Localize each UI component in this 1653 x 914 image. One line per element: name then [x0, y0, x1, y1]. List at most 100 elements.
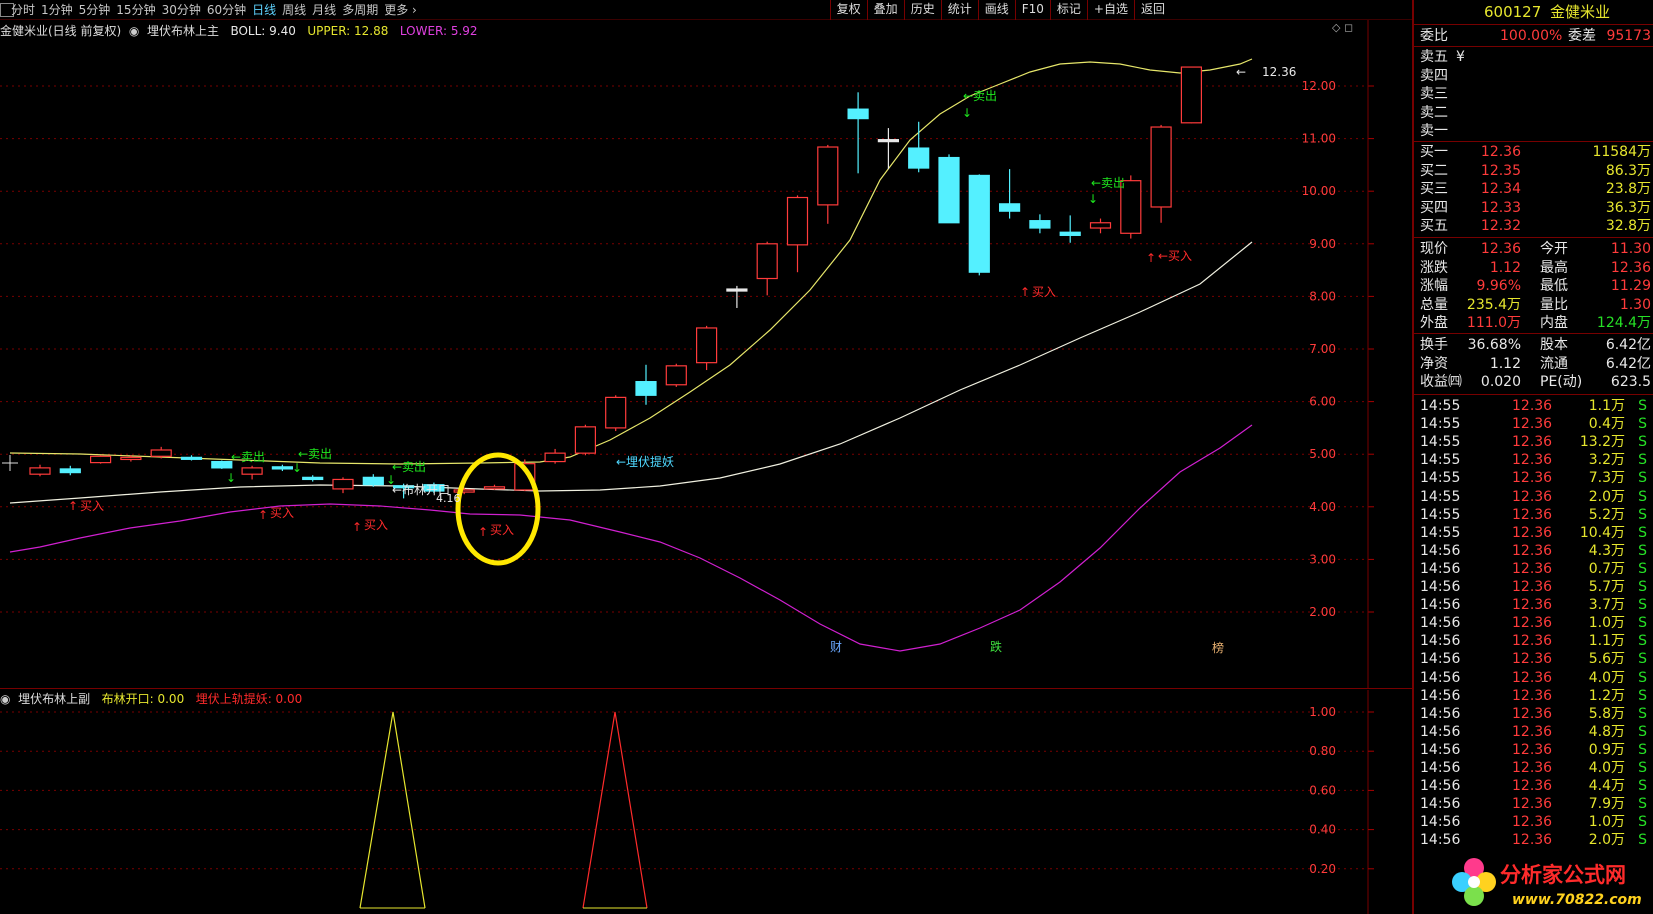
period-tab-daily[interactable]: 日线: [249, 2, 279, 18]
candle[interactable]: [483, 484, 506, 490]
candle-body: [29, 467, 51, 475]
quote-value: 235.4万: [1466, 296, 1521, 313]
ask-row: 卖一: [1420, 122, 1651, 140]
back-button[interactable]: 返回: [1133, 0, 1171, 20]
candle[interactable]: [362, 474, 384, 487]
event-marker-drop[interactable]: 跌: [990, 639, 1002, 654]
tick-time: 14:55: [1420, 416, 1461, 433]
candle[interactable]: [756, 241, 778, 296]
y-tick-label: 5.00: [1309, 447, 1336, 461]
candle[interactable]: [302, 475, 324, 482]
event-marker-rank[interactable]: 榜: [1212, 640, 1224, 655]
candle-body: [1029, 220, 1051, 229]
candle[interactable]: [938, 154, 960, 224]
period-tab-multi[interactable]: 多周期: [339, 2, 381, 18]
tick-time: 14:56: [1420, 760, 1461, 776]
candle[interactable]: [211, 460, 233, 469]
tick-price: 12.36: [1512, 669, 1553, 686]
candle[interactable]: [635, 364, 657, 405]
candle[interactable]: [89, 455, 112, 464]
candle-body: [362, 476, 384, 486]
svg-text:↓: ↓: [226, 471, 236, 485]
candle-body: [695, 327, 718, 364]
buy-signal: ↑ 买入: [478, 523, 514, 539]
candle[interactable]: [877, 128, 900, 170]
candle[interactable]: [59, 465, 81, 476]
period-tab-monthly[interactable]: 月线: [309, 2, 339, 18]
bid-volume: 11584万: [1592, 144, 1651, 160]
period-tab-fenshi[interactable]: 分时: [8, 2, 38, 18]
period-tab-weekly[interactable]: 周线: [279, 2, 309, 18]
candle-body: [786, 196, 809, 246]
ask-label: 卖五: [1420, 49, 1448, 65]
candle[interactable]: [1029, 214, 1051, 234]
candle[interactable]: [574, 424, 597, 456]
candle[interactable]: [665, 363, 687, 387]
candle[interactable]: [695, 325, 718, 371]
period-tab-more[interactable]: 更多 ›: [381, 2, 420, 18]
svg-text:↓: ↓: [292, 461, 302, 475]
candle[interactable]: [29, 464, 51, 477]
period-tab-5min[interactable]: 5分钟: [76, 2, 114, 18]
tick-price: 12.36: [1512, 434, 1553, 451]
indicator-chart[interactable]: 1.00 0.80 0.60 0.40 0.20: [0, 690, 1412, 914]
candle[interactable]: [150, 446, 172, 459]
tick-volume: 0.9万: [1588, 741, 1625, 758]
candle[interactable]: [241, 465, 263, 480]
draw-line-button[interactable]: 画线: [977, 0, 1015, 20]
f10-button[interactable]: F10: [1014, 0, 1050, 20]
candle[interactable]: [271, 464, 293, 472]
fund-label: 净资: [1420, 355, 1448, 372]
tick-time: 14:56: [1420, 651, 1461, 668]
candle[interactable]: [968, 174, 990, 276]
tick-price: 12.36: [1512, 506, 1553, 523]
overlay-button[interactable]: 叠加: [866, 0, 904, 20]
candle[interactable]: [332, 477, 354, 494]
tick-volume: 0.7万: [1588, 560, 1625, 577]
candle[interactable]: [817, 144, 839, 224]
last-price-label: 12.36: [1262, 65, 1296, 79]
candle[interactable]: [786, 195, 809, 273]
quote-row: 涨跌 1.12 最高 12.36: [1420, 259, 1651, 277]
tick-volume: 7.3万: [1588, 470, 1625, 487]
period-tab-15min[interactable]: 15分钟: [113, 2, 158, 18]
quote-row: 现价 12.36 今开 11.30: [1420, 240, 1651, 258]
tick-time: 14:55: [1420, 470, 1461, 487]
candle[interactable]: [998, 169, 1021, 219]
candle[interactable]: [180, 455, 203, 461]
event-marker-finance[interactable]: 财: [830, 640, 842, 654]
candle[interactable]: [605, 395, 627, 432]
statistics-button[interactable]: 统计: [940, 0, 978, 20]
tick-row: 14:56 12.36 5.7万 S: [1420, 578, 1651, 596]
period-tab-1min[interactable]: 1分钟: [38, 2, 76, 18]
candle-body: [59, 468, 81, 474]
flower-logo-icon: [1452, 858, 1496, 906]
svg-text:买入: 买入: [364, 518, 388, 532]
candle[interactable]: [1150, 124, 1172, 223]
adjust-button[interactable]: 复权: [829, 0, 867, 20]
history-button[interactable]: 历史: [903, 0, 941, 20]
fund-label: PE(动): [1540, 374, 1583, 391]
candle[interactable]: [726, 285, 748, 308]
candle[interactable]: [1059, 215, 1081, 243]
svg-text:↑: ↑: [352, 520, 362, 534]
mark-button[interactable]: 标记: [1049, 0, 1087, 20]
main-chart[interactable]: 12.00 11.00 10.00 9.00 8.00 7.00 6.00 5.00 4.00 3…: [0, 20, 1412, 688]
candle[interactable]: [1089, 218, 1112, 234]
period-tab-60min[interactable]: 60分钟: [204, 2, 249, 18]
candle[interactable]: [544, 448, 566, 464]
fund-label: 换手: [1420, 337, 1448, 353]
candle[interactable]: [1180, 66, 1203, 124]
add-watchlist-button[interactable]: +自选: [1086, 0, 1134, 20]
tick-price: 12.36: [1512, 579, 1553, 595]
candle[interactable]: [908, 121, 930, 173]
candle-body: [847, 108, 869, 120]
period-tab-30min[interactable]: 30分钟: [159, 2, 204, 18]
quote-row: 涨幅 9.96% 最低 11.29: [1420, 277, 1651, 295]
tick-volume: 5.2万: [1588, 506, 1625, 523]
tick-side: S: [1638, 814, 1647, 831]
svg-text:买入: 买入: [80, 499, 104, 513]
candle-body: [483, 486, 506, 490]
candle[interactable]: [847, 92, 869, 174]
pane-divider[interactable]: [0, 688, 1412, 689]
